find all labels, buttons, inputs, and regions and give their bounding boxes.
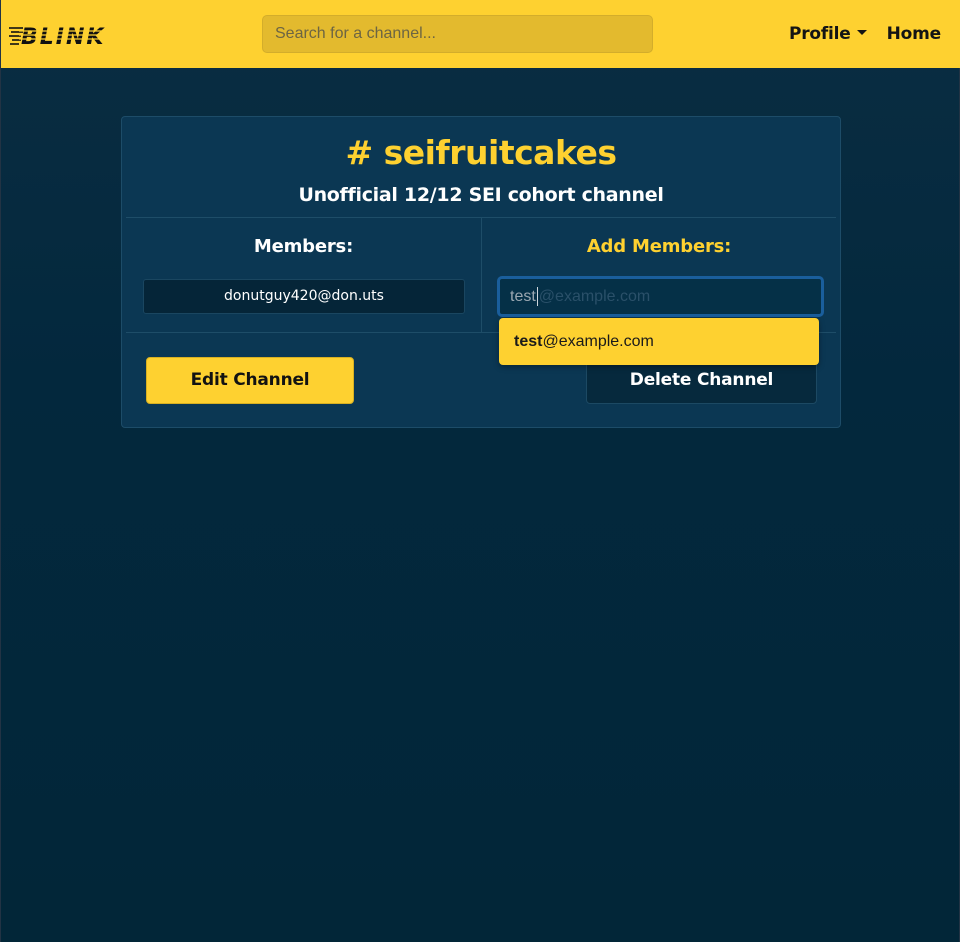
channel-card: # seifruitcakes Unofficial 12/12 SEI coh… [121,116,841,428]
profile-label: Profile [788,24,851,44]
add-member-typed-text: test [510,287,536,305]
app-page: BLINK Profile Home # seifruitcakes Unoff… [0,0,960,942]
profile-dropdown[interactable]: Profile [789,24,867,44]
channel-header: # seifruitcakes Unofficial 12/12 SEI coh… [126,117,836,218]
members-heading: Members: [253,236,354,257]
channel-description: Unofficial 12/12 SEI cohort channel [298,184,664,206]
suggestion-rest: @example.com [542,332,654,350]
caret-down-icon [856,30,867,35]
channel-members-section: Members: Add Members: donutguy420@don.ut… [126,218,836,333]
home-link[interactable]: Home [887,24,942,44]
edit-channel-button[interactable]: Edit Channel [146,357,354,404]
member-suggestion-item[interactable]: test @example.com [499,318,819,365]
channel-search-input[interactable] [275,16,640,52]
suggestion-match: test [514,332,543,350]
add-members-heading: Add Members: [586,236,732,257]
text-cursor [536,287,538,306]
blink-logo[interactable]: BLINK [9,22,115,50]
channel-name: # seifruitcakes [345,133,617,172]
navbar: BLINK Profile Home [1,0,960,68]
member-item[interactable]: donutguy420@don.uts [143,279,465,314]
nav-links: Profile Home [789,0,941,68]
autocomplete-hint: @example.com [538,287,651,305]
svg-text:BLINK: BLINK [21,25,105,48]
add-member-input[interactable]: test @example.com [497,276,824,317]
channel-search[interactable] [262,15,653,53]
